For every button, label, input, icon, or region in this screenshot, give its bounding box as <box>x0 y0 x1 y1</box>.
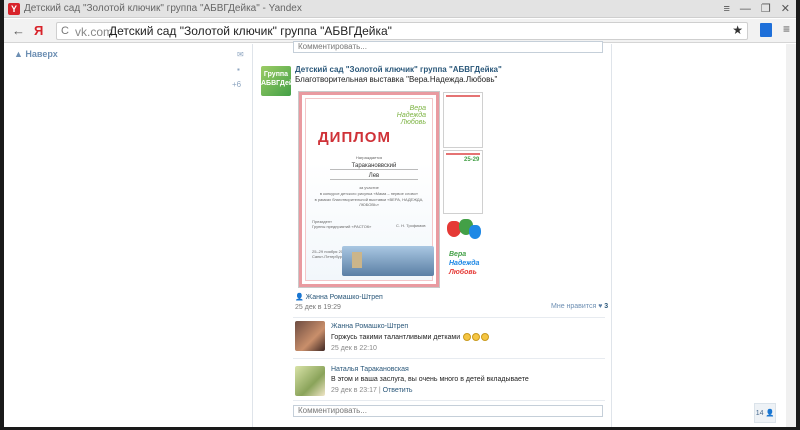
emoji-icon <box>472 333 481 341</box>
comment-meta: 29 дек в 23:17 | Ответить <box>331 387 413 394</box>
city-illustration <box>342 246 434 276</box>
close-button[interactable]: ✕ <box>781 2 790 16</box>
post-author-link[interactable]: Детский сад "Золотой ключик" группа "АБВ… <box>295 65 502 74</box>
post-text: Благотворительная выставка "Вера.Надежда… <box>295 75 498 84</box>
like-count: 3 <box>604 303 609 310</box>
window-controls: ≡ — ❐ ✕ <box>723 2 790 16</box>
comment-avatar[interactable] <box>295 366 325 396</box>
online-counter[interactable]: 14 👤 <box>754 403 776 423</box>
separator <box>293 317 605 318</box>
diploma-signer: С. Н. Трофимов <box>396 223 426 228</box>
like-label: Мне нравится <box>551 303 597 310</box>
address-domain: vk.com <box>75 25 114 39</box>
address-page-title: Детский сад "Золотой ключик" группа "АБВ… <box>109 24 392 38</box>
comment-input-bottom[interactable]: Комментировать... <box>293 405 603 417</box>
photo-thumb-3[interactable]: Вера Надежда Любовь <box>443 217 485 287</box>
diploma-logo: Вера Надежда Любовь <box>396 105 426 126</box>
scrollbar[interactable] <box>786 44 796 427</box>
refresh-icon[interactable]: C <box>61 25 69 37</box>
diploma-line-2: в конкурсе детского рисунка «Мама – перв… <box>319 191 419 196</box>
title-bar: Y Детский сад "Золотой ключик" группа "А… <box>4 0 796 18</box>
window-title: Детский сад "Золотой ключик" группа "АБВ… <box>24 3 302 14</box>
diploma-title: ДИПЛОМ <box>318 129 391 146</box>
emoji-icon <box>481 333 490 341</box>
wall-feed: Комментировать... Группа АБВГДейка Детск… <box>252 41 612 427</box>
comment-time[interactable]: 29 дек в 23:17 <box>331 387 377 394</box>
thumb-border <box>446 153 480 155</box>
browser-window: Y Детский сад "Золотой ключик" группа "А… <box>4 0 796 427</box>
comment-input-top[interactable]: Комментировать... <box>293 41 603 53</box>
diploma-line-1: за участие <box>359 185 379 190</box>
right-area <box>614 44 796 427</box>
diploma-president: Президент Группы предприятий «РАСТОК» <box>312 219 372 229</box>
post-signer-name: Жанна Ромашко-Штреп <box>305 294 383 301</box>
photo-thumb-2[interactable]: 25-29 <box>443 150 483 214</box>
left-column[interactable]: ▲ Наверх ✉ ▪ +6 <box>4 44 250 427</box>
blue-hand-icon <box>469 225 481 239</box>
post-date[interactable]: 25 дек в 19:29 <box>295 304 341 311</box>
comment-avatar[interactable] <box>295 321 325 351</box>
comment-text: В этом и ваша заслуга, вы очень много в … <box>331 376 529 383</box>
hands-text-2: Надежда <box>449 260 480 267</box>
diploma-line-3: в рамках благотворительной выставки «ВЕР… <box>314 197 424 207</box>
emoji-icon <box>463 333 472 341</box>
address-bar[interactable]: C vk.com Детский сад "Золотой ключик" гр… <box>56 22 748 40</box>
heart-icon: ♥ <box>598 303 603 310</box>
diploma-inner: Вера Надежда Любовь ДИПЛОМ Награждается … <box>305 98 434 281</box>
message-icon[interactable]: ▪ <box>237 65 240 74</box>
like-button[interactable]: Мне нравится ♥ 3 <box>551 303 608 310</box>
yandex-browser-icon: Y <box>8 3 20 15</box>
reply-link[interactable]: Ответить <box>383 387 413 394</box>
comment-author[interactable]: Жанна Ромашко-Штреп <box>331 323 408 330</box>
diploma-name-2: Лев <box>330 173 418 180</box>
vk-page: ▲ Наверх ✉ ▪ +6 Комментировать... Группа… <box>4 41 796 427</box>
photo-thumb-1[interactable] <box>443 92 483 148</box>
browser-menu-button[interactable]: ≡ <box>783 22 790 36</box>
comment-text-content: Горжусь такими талантливыми детками <box>331 333 461 341</box>
separator <box>293 358 605 359</box>
bookmark-star-icon[interactable]: ★ <box>732 23 743 37</box>
thumb-date: 25-29 <box>464 157 480 163</box>
plus-count[interactable]: +6 <box>232 80 241 89</box>
scroll-top-link[interactable]: ▲ Наверх <box>14 49 58 59</box>
browser-menu-icon[interactable]: ≡ <box>723 2 729 16</box>
mail-icon[interactable]: ✉ <box>237 50 244 59</box>
diploma-name-1: Таракановвский <box>330 163 418 170</box>
back-button[interactable]: ← <box>12 23 25 38</box>
comment-author[interactable]: Наталья Таракановская <box>331 366 409 373</box>
extension-icon[interactable] <box>760 23 772 37</box>
diploma-photo[interactable]: Вера Надежда Любовь ДИПЛОМ Награждается … <box>298 91 440 288</box>
minimize-button[interactable]: — <box>740 2 751 16</box>
address-toolbar: ← Я C vk.com Детский сад "Золотой ключик… <box>4 19 796 43</box>
yandex-home-button[interactable]: Я <box>34 23 43 38</box>
thumb-border <box>446 95 480 97</box>
hands-text-3: Любовь <box>449 269 477 276</box>
comment-time[interactable]: 25 дек в 22:10 <box>331 345 377 352</box>
post-signer-link[interactable]: 👤 Жанна Ромашко-Штреп <box>295 293 383 301</box>
comment-text: Горжусь такими талантливыми детками <box>331 333 490 341</box>
group-avatar[interactable]: Группа АБВГДейка <box>261 66 301 96</box>
maximize-button[interactable]: ❐ <box>761 2 771 16</box>
diploma-awarded: Награждается <box>355 155 383 160</box>
hands-text-1: Вера <box>449 251 467 258</box>
separator <box>293 400 605 401</box>
